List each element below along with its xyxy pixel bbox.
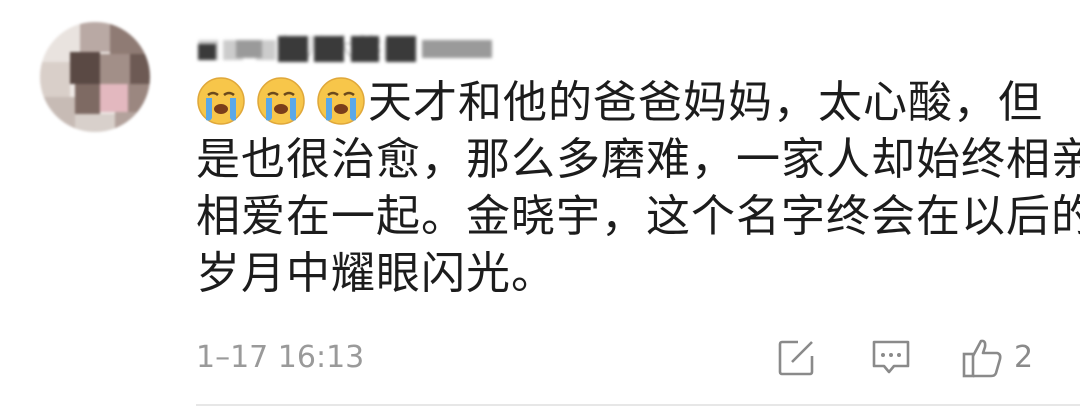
avatar[interactable] <box>40 22 150 132</box>
share-edit-icon <box>778 340 814 376</box>
divider <box>196 404 1080 406</box>
comment-line-2: 是也很治愈，那么多磨难，一家人却始终相亲 <box>196 134 1080 185</box>
thumbs-up-icon <box>962 339 1002 378</box>
comment-line-1: 天才和他的爸爸妈妈，太心酸，但 <box>196 74 1056 131</box>
crying-face-icon <box>317 77 365 125</box>
share-button[interactable] <box>776 336 816 380</box>
comment-line-3: 相爱在一起。金晓宇，这个名字终会在以后的 <box>196 191 1080 242</box>
reply-button[interactable] <box>870 336 912 380</box>
comment-line-4: 岁月中耀眼闪光。 <box>196 248 556 299</box>
crying-face-icon <box>257 77 305 125</box>
like-button[interactable]: 2 <box>960 336 1033 380</box>
timestamp: 1–17 16:13 <box>196 340 365 375</box>
like-count: 2 <box>1014 340 1034 375</box>
comment-line-1-text: 天才和他的爸爸妈妈，太心酸，但 <box>368 77 1043 128</box>
username[interactable]: ■■ ■舞儿大熊■ <box>196 30 526 68</box>
crying-face-icon <box>197 77 245 125</box>
comment-icon <box>872 340 910 374</box>
comment-text: 天才和他的爸爸妈妈，太心酸，但 是也很治愈，那么多磨难，一家人却始终相亲 相爱在… <box>196 74 1080 302</box>
comment-item: ■■ ■舞儿大熊■ <box>0 0 1080 411</box>
